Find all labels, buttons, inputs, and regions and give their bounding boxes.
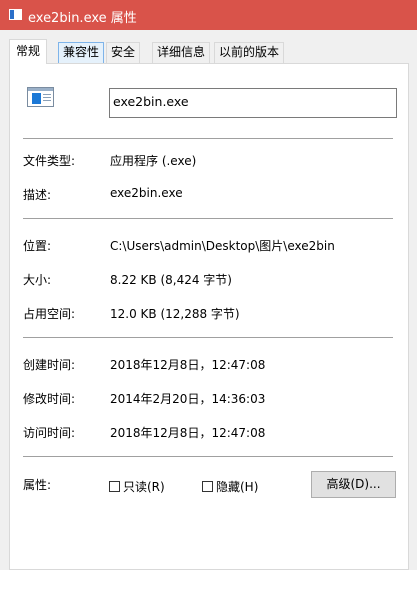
accessed-value: 2018年12月8日，12:47:08 xyxy=(110,426,266,440)
tab-strip: 常规 兼容性 安全 详细信息 以前的版本 xyxy=(0,30,417,64)
size-label: 大小: xyxy=(23,273,52,287)
description-value: exe2bin.exe xyxy=(110,186,183,200)
accessed-label: 访问时间: xyxy=(23,426,76,440)
window-title: exe2bin.exe 属性 xyxy=(28,11,137,26)
tab-general[interactable]: 常规 xyxy=(9,39,48,64)
file-type-label: 文件类型: xyxy=(23,154,76,168)
separator xyxy=(23,138,393,139)
hidden-checkbox-box[interactable] xyxy=(202,481,213,492)
disk-size-value: 12.0 KB (12,288 字节) xyxy=(110,307,240,321)
description-label: 描述: xyxy=(23,188,52,202)
separator xyxy=(23,337,393,338)
hidden-checkbox-label[interactable]: 隐藏(H) xyxy=(216,478,258,495)
created-value: 2018年12月8日，12:47:08 xyxy=(110,358,266,372)
window-icon xyxy=(9,9,22,20)
tab-previous-versions[interactable]: 以前的版本 xyxy=(214,42,285,63)
file-name-input[interactable]: exe2bin.exe xyxy=(109,88,397,118)
readonly-checkbox-label[interactable]: 只读(R) xyxy=(123,478,165,495)
advanced-button[interactable]: 高级(D)... xyxy=(311,471,396,498)
location-label: 位置: xyxy=(23,239,52,253)
size-value: 8.22 KB (8,424 字节) xyxy=(110,273,232,287)
separator xyxy=(23,218,393,219)
dialog-footer xyxy=(0,570,417,592)
title-bar[interactable]: exe2bin.exe 属性 xyxy=(0,0,417,30)
disk-size-label: 占用空间: xyxy=(23,307,76,321)
separator xyxy=(23,456,393,457)
modified-value: 2014年2月20日，14:36:03 xyxy=(110,392,266,406)
tab-details[interactable]: 详细信息 xyxy=(152,42,211,63)
properties-window: exe2bin.exe 属性 常规 兼容性 安全 详细信息 以前的版本 exe2… xyxy=(0,0,417,592)
tab-security[interactable]: 安全 xyxy=(106,42,141,63)
file-type-value: 应用程序 (.exe) xyxy=(110,154,197,168)
attributes-label: 属性: xyxy=(23,478,52,492)
location-value: C:\Users\admin\Desktop\图片\exe2bin xyxy=(110,239,335,253)
general-panel: exe2bin.exe 文件类型: 应用程序 (.exe) 描述: exe2bi… xyxy=(9,63,409,570)
tab-compatibility[interactable]: 兼容性 xyxy=(58,42,105,63)
hidden-checkbox[interactable]: 隐藏(H) xyxy=(202,478,258,495)
created-label: 创建时间: xyxy=(23,358,76,372)
readonly-checkbox-box[interactable] xyxy=(109,481,120,492)
exe-file-icon xyxy=(27,87,54,107)
modified-label: 修改时间: xyxy=(23,392,76,406)
readonly-checkbox[interactable]: 只读(R) xyxy=(109,478,165,495)
